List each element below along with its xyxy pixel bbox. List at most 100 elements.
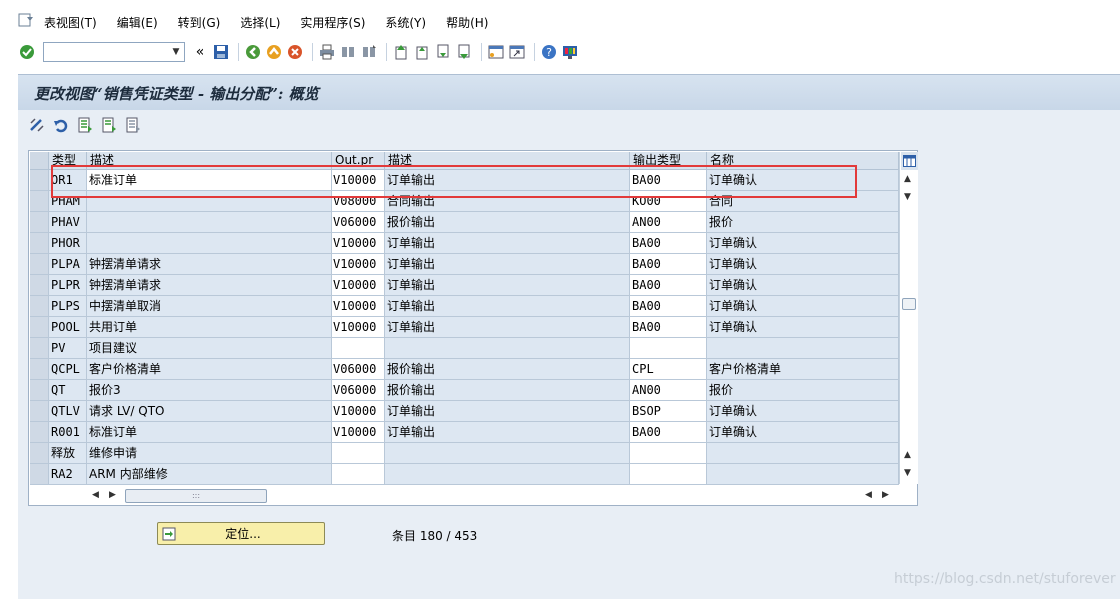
cell-output-procedure[interactable] [332,443,385,463]
command-field[interactable]: ▼ [43,42,185,62]
cell-description[interactable] [87,233,332,253]
page-up-icon[interactable]: ▼ [904,192,911,202]
cell-output-procedure[interactable]: V10000 [332,254,385,274]
menu-item[interactable]: 表视图(T) [44,14,97,31]
row-selector[interactable] [30,275,49,295]
find-icon[interactable] [339,43,357,61]
enter-icon[interactable] [18,43,36,61]
position-button[interactable]: 定位... [157,522,325,545]
row-selector[interactable] [30,380,49,400]
cell-output-type[interactable]: BSOP [630,401,707,421]
menu-item[interactable]: 实用程序(S) [300,14,365,31]
menu-item[interactable]: 转到(G) [178,14,221,31]
row-selector[interactable] [30,212,49,232]
cell-description[interactable]: 项目建议 [87,338,332,358]
prev-page-icon[interactable] [413,43,431,61]
row-selector[interactable] [30,464,49,484]
save-icon[interactable] [212,43,230,61]
cell-output-procedure[interactable]: V10000 [332,233,385,253]
print-icon[interactable] [318,43,336,61]
cell-output-type[interactable] [630,338,707,358]
cell-description[interactable]: 客户价格清单 [87,359,332,379]
cell-output-type[interactable]: BA00 [630,233,707,253]
shortcut-icon[interactable] [508,43,526,61]
menu-item[interactable]: 选择(L) [240,14,280,31]
scroll-left-icon[interactable]: ◀ [92,490,99,500]
row-selector[interactable] [30,443,49,463]
cell-output-type[interactable]: CPL [630,359,707,379]
cell-output-type[interactable]: BA00 [630,275,707,295]
back-nav-icon[interactable]: « [191,43,209,61]
cell-output-procedure[interactable] [332,338,385,358]
cell-output-type[interactable] [630,464,707,484]
cell-description[interactable]: 请求 LV/ QTO [87,401,332,421]
cell-description[interactable]: 钟摆清单请求 [87,254,332,274]
cell-output-type[interactable] [630,443,707,463]
horizontal-scroll-thumb[interactable]: ::: [125,489,267,503]
cell-output-procedure[interactable]: V10000 [332,296,385,316]
row-selector[interactable] [30,359,49,379]
scroll-right-icon[interactable]: ▶ [109,490,116,500]
new-session-icon[interactable] [487,43,505,61]
first-page-icon[interactable] [392,43,410,61]
chevron-down-icon[interactable]: ▼ [168,43,184,61]
scroll-left-end-icon[interactable]: ◀ [865,490,872,500]
cell-output-type[interactable]: BA00 [630,422,707,442]
cell-description[interactable]: 维修申请 [87,443,332,463]
select-all-icon[interactable] [76,116,94,134]
cell-description[interactable]: 共用订单 [87,317,332,337]
cell-description[interactable]: ARM 内部维修 [87,464,332,484]
back-icon[interactable] [244,43,262,61]
cell-output-type[interactable]: AN00 [630,212,707,232]
cell-description[interactable] [87,212,332,232]
cell-output-procedure[interactable]: V10000 [332,275,385,295]
scroll-up-icon[interactable]: ▲ [904,174,911,184]
cell-description[interactable]: 报价3 [87,380,332,400]
menu-item[interactable]: 编辑(E) [117,14,158,31]
vertical-scroll-thumb[interactable] [902,298,916,310]
page-down-icon[interactable]: ▲ [904,450,911,460]
row-selector[interactable] [30,422,49,442]
select-block-icon[interactable] [100,116,118,134]
row-selector[interactable] [30,233,49,253]
menu-item[interactable]: 帮助(H) [446,14,488,31]
display-change-icon[interactable] [28,116,46,134]
row-selector[interactable] [30,170,49,190]
cell-description[interactable]: 标准订单 [87,422,332,442]
cell-output-procedure[interactable]: V10000 [332,422,385,442]
scroll-right-end-icon[interactable]: ▶ [882,490,889,500]
exit-icon[interactable] [265,43,283,61]
menu-item[interactable]: 系统(Y) [385,14,426,31]
next-page-icon[interactable] [434,43,452,61]
row-selector[interactable] [30,191,49,211]
cell-output-procedure[interactable]: V06000 [332,380,385,400]
row-selector[interactable] [30,401,49,421]
horizontal-scrollbar[interactable]: ◀ ▶ ::: ◀ ▶ [87,487,899,505]
cell-output-type[interactable]: BA00 [630,296,707,316]
cell-description[interactable]: 中摆清单取消 [87,296,332,316]
row-selector[interactable] [30,317,49,337]
scroll-down-icon[interactable]: ▼ [904,468,911,478]
row-selector[interactable] [30,254,49,274]
help-icon[interactable]: ? [540,43,558,61]
find-next-icon[interactable] [360,43,378,61]
system-menu-icon[interactable] [18,13,34,27]
select-all-column-button[interactable] [30,152,49,169]
cell-output-procedure[interactable] [332,464,385,484]
vertical-scrollbar[interactable]: ▲ ▼ ▲ ▼ [899,152,918,484]
row-selector[interactable] [30,296,49,316]
cancel-icon[interactable] [286,43,304,61]
row-selector[interactable] [30,338,49,358]
customize-layout-icon[interactable] [561,43,579,61]
last-page-icon[interactable] [455,43,473,61]
cell-description[interactable]: 钟摆清单请求 [87,275,332,295]
cell-output-procedure[interactable]: V10000 [332,317,385,337]
cell-output-type[interactable]: BA00 [630,254,707,274]
cell-output-type[interactable]: AN00 [630,380,707,400]
cell-output-procedure[interactable]: V10000 [332,401,385,421]
cell-output-procedure[interactable]: V06000 [332,212,385,232]
cell-output-procedure[interactable]: V06000 [332,359,385,379]
cell-output-type[interactable]: BA00 [630,317,707,337]
deselect-all-icon[interactable] [124,116,142,134]
table-settings-icon[interactable] [901,152,918,170]
